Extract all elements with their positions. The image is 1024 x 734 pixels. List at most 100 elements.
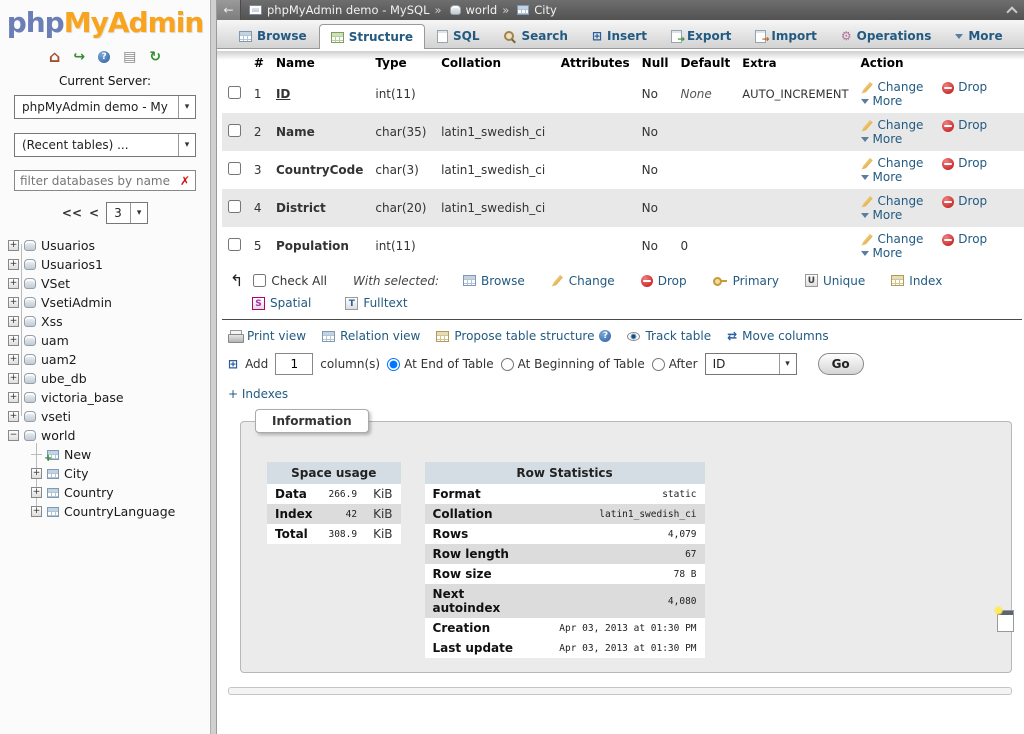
tab-structure[interactable]: Structure — [319, 24, 425, 49]
radio-at-end[interactable]: At End of Table — [387, 357, 494, 371]
back-button[interactable]: ← — [217, 0, 241, 20]
help-icon[interactable] — [599, 330, 611, 342]
change-link[interactable]: Change — [861, 232, 924, 246]
relation-view-link[interactable]: Relation view — [322, 329, 420, 343]
more-link[interactable]: More — [861, 94, 903, 108]
check-all[interactable]: Check All — [253, 274, 327, 288]
row-checkbox[interactable] — [228, 238, 241, 251]
expand-icon[interactable] — [8, 392, 19, 403]
more-link[interactable]: More — [861, 208, 903, 222]
recent-tables-select[interactable]: (Recent tables) ... ▾ — [14, 133, 196, 157]
db-item[interactable]: Xss — [8, 312, 210, 331]
propose-structure-link[interactable]: Propose table structure — [436, 329, 611, 343]
at-beginning-radio[interactable] — [501, 358, 514, 371]
server-select[interactable]: phpMyAdmin demo - My ▾ — [14, 95, 196, 119]
table-item-countrylanguage[interactable]: CountryLanguage — [23, 502, 210, 521]
clear-filter-icon[interactable]: ✗ — [180, 174, 190, 188]
tab-more[interactable]: More — [943, 23, 1014, 48]
change-link[interactable]: Change — [861, 80, 924, 94]
after-column-select[interactable]: ID ▾ — [705, 353, 797, 375]
print-view-link[interactable]: Print view — [228, 329, 306, 343]
logout-icon[interactable]: ↪ — [73, 49, 85, 65]
open-new-window-icon[interactable] — [997, 610, 1014, 632]
tab-browse[interactable]: Browse — [227, 23, 319, 48]
breadcrumb-database[interactable]: world — [466, 3, 498, 17]
add-count-input[interactable] — [275, 353, 313, 375]
breadcrumb-table[interactable]: City — [534, 3, 557, 17]
page-prev[interactable]: < — [89, 206, 99, 220]
row-checkbox[interactable] — [228, 86, 241, 99]
help-icon[interactable] — [98, 51, 110, 63]
tab-sql[interactable]: SQL — [425, 23, 492, 48]
drop-link[interactable]: Drop — [942, 194, 987, 208]
breadcrumb-server[interactable]: phpMyAdmin demo - MySQL — [267, 3, 429, 17]
track-table-link[interactable]: Track table — [627, 329, 711, 343]
expand-icon[interactable] — [8, 373, 19, 384]
tab-import[interactable]: Import — [743, 23, 828, 48]
new-table-item[interactable]: New — [23, 445, 210, 464]
move-columns-link[interactable]: ⇄Move columns — [727, 329, 828, 343]
drop-link[interactable]: Drop — [942, 118, 987, 132]
database-filter-input[interactable] — [20, 174, 180, 188]
expand-icon[interactable] — [8, 335, 19, 346]
change-link[interactable]: Change — [861, 194, 924, 208]
selected-unique-link[interactable]: Unique — [805, 274, 865, 288]
check-all-checkbox[interactable] — [253, 274, 266, 287]
go-button[interactable]: Go — [818, 353, 864, 375]
refresh-icon[interactable]: ↻ — [149, 49, 161, 65]
tab-operations[interactable]: ⚙Operations — [829, 23, 944, 48]
expand-icon[interactable] — [31, 487, 42, 498]
db-item[interactable]: VSet — [8, 274, 210, 293]
more-link[interactable]: More — [861, 170, 903, 184]
radio-at-beginning[interactable]: At Beginning of Table — [501, 357, 645, 371]
tab-search[interactable]: Search — [491, 23, 579, 48]
db-item[interactable]: Usuarios1 — [8, 255, 210, 274]
table-item-country[interactable]: Country — [23, 483, 210, 502]
drop-link[interactable]: Drop — [942, 80, 987, 94]
selected-change-link[interactable]: Change — [551, 274, 615, 288]
row-checkbox[interactable] — [228, 200, 241, 213]
page-fast-prev[interactable]: << — [62, 206, 82, 220]
db-item[interactable]: uam2 — [8, 350, 210, 369]
tab-insert[interactable]: ⊞Insert — [580, 23, 659, 48]
selected-fulltext-link[interactable]: Fulltext — [345, 296, 407, 310]
tab-export[interactable]: Export — [659, 23, 743, 48]
page-select[interactable]: 3 ▾ — [106, 202, 148, 224]
expand-icon[interactable] — [8, 297, 19, 308]
row-checkbox[interactable] — [228, 124, 241, 137]
more-link[interactable]: More — [861, 132, 903, 146]
collapse-icon[interactable] — [8, 430, 19, 441]
indexes-link[interactable]: + Indexes — [228, 387, 288, 401]
selected-drop-link[interactable]: Drop — [641, 274, 687, 288]
drop-link[interactable]: Drop — [942, 156, 987, 170]
row-checkbox[interactable] — [228, 162, 241, 175]
selected-spatial-link[interactable]: Spatial — [252, 296, 311, 310]
db-item[interactable]: VsetiAdmin — [8, 293, 210, 312]
home-icon[interactable]: ⌂ — [49, 47, 60, 66]
expand-icon[interactable] — [8, 316, 19, 327]
db-item[interactable]: ube_db — [8, 369, 210, 388]
more-link[interactable]: More — [861, 246, 903, 260]
db-item[interactable]: victoria_base — [8, 388, 210, 407]
expand-icon[interactable] — [8, 354, 19, 365]
docs-icon[interactable]: ▤ — [123, 49, 136, 65]
table-item-city[interactable]: City — [23, 464, 210, 483]
expand-icon[interactable] — [8, 259, 19, 270]
db-item[interactable]: vseti — [8, 407, 210, 426]
expand-icon[interactable] — [31, 506, 42, 517]
db-item[interactable]: Usuarios — [8, 236, 210, 255]
expand-icon[interactable] — [8, 411, 19, 422]
expand-icon[interactable] — [8, 278, 19, 289]
radio-after[interactable]: After — [652, 357, 698, 371]
panel-divider[interactable] — [210, 0, 217, 734]
db-item-world[interactable]: world — [8, 426, 210, 445]
change-link[interactable]: Change — [861, 156, 924, 170]
expand-icon[interactable] — [8, 240, 19, 251]
after-radio[interactable] — [652, 358, 665, 371]
selected-primary-link[interactable]: Primary — [713, 274, 779, 288]
phpmyadmin-logo[interactable]: phpMyAdmin — [0, 6, 210, 39]
db-item[interactable]: uam — [8, 331, 210, 350]
expand-icon[interactable] — [31, 468, 42, 479]
selected-browse-link[interactable]: Browse — [463, 274, 525, 288]
selected-index-link[interactable]: Index — [891, 274, 942, 288]
